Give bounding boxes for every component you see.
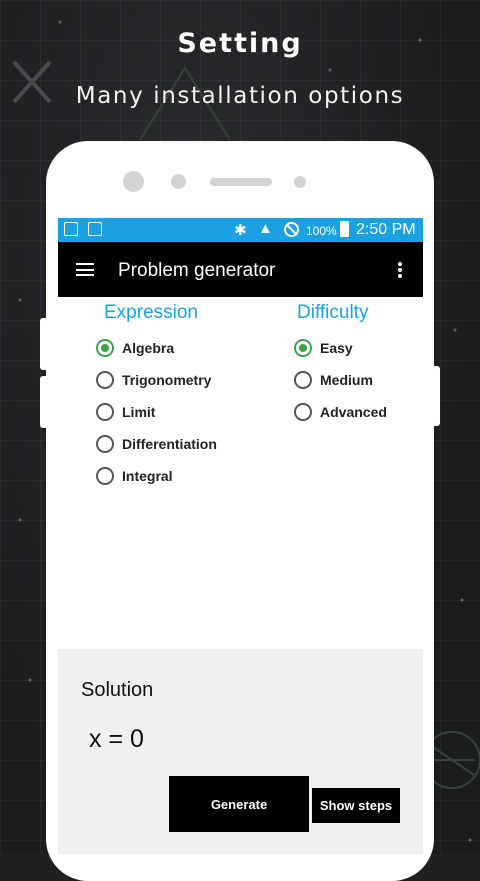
radio-button-selected[interactable] [96, 339, 114, 357]
radio-label: Trigonometry [122, 372, 212, 388]
front-camera-icon [123, 171, 144, 192]
expression-heading: Expression [104, 302, 198, 323]
app-bar: Problem generator [58, 242, 423, 297]
radio-medium[interactable]: Medium [294, 371, 373, 389]
radio-button[interactable] [294, 371, 312, 389]
earpiece-speaker [210, 178, 272, 186]
phone-side-button-right [432, 366, 440, 426]
status-time: 2:50 PM [356, 221, 416, 238]
radio-button[interactable] [96, 371, 114, 389]
radio-button[interactable] [96, 435, 114, 453]
radio-label: Limit [122, 404, 156, 420]
solution-label: Solution [81, 679, 154, 701]
battery-icon [340, 221, 349, 237]
sensor-icon [171, 174, 186, 189]
solution-value: x = 0 [89, 725, 144, 753]
radio-label: Differentiation [122, 436, 217, 452]
app-title: Problem generator [118, 260, 276, 281]
radio-easy[interactable]: Easy [294, 339, 353, 357]
promo-subtitle: Many installation options [75, 83, 405, 109]
radio-label: Easy [320, 340, 353, 356]
radio-button[interactable] [294, 403, 312, 421]
radio-limit[interactable]: Limit [96, 403, 155, 421]
radio-advanced[interactable]: Advanced [294, 403, 387, 421]
radio-label: Medium [320, 372, 373, 388]
battery-percent: 100% [306, 224, 337, 238]
radio-algebra[interactable]: Algebra [96, 339, 174, 357]
generate-button[interactable]: Generate [169, 776, 309, 832]
solution-panel: Solution x = 0 Generate Show steps [58, 649, 423, 854]
radio-label: Advanced [320, 404, 387, 420]
radio-label: Algebra [122, 340, 175, 356]
bluetooth-icon: ✱ [234, 222, 247, 239]
radio-button-selected[interactable] [294, 339, 312, 357]
difficulty-heading: Difficulty [297, 302, 369, 323]
show-steps-button[interactable]: Show steps [312, 788, 400, 823]
hamburger-menu-icon[interactable] [76, 263, 94, 276]
radio-trigonometry[interactable]: Trigonometry [96, 371, 211, 389]
screenshot-notification-icon [64, 222, 78, 236]
radio-button[interactable] [96, 403, 114, 421]
do-not-disturb-icon [284, 222, 299, 237]
phone-side-button-left [40, 318, 48, 370]
promo-title: Setting [177, 28, 303, 59]
status-bar: ✱ ▲ 100% 2:50 PM [58, 218, 423, 242]
phone-side-button-left-lower [40, 376, 48, 428]
radio-differentiation[interactable]: Differentiation [96, 435, 217, 453]
app-screen: ✱ ▲ 100% 2:50 PM Problem generator Expre… [58, 218, 423, 854]
radio-button[interactable] [96, 467, 114, 485]
usb-notification-icon [88, 222, 102, 236]
wifi-icon: ▲ [258, 220, 273, 237]
radio-integral[interactable]: Integral [96, 467, 173, 485]
radio-label: Integral [122, 468, 173, 484]
more-vert-icon[interactable] [398, 262, 402, 278]
proximity-sensor-icon [294, 176, 306, 188]
